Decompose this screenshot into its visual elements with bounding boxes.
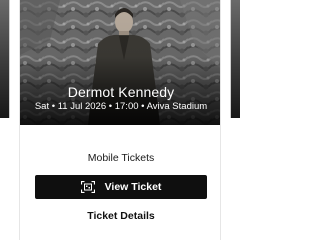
previous-card-image	[0, 0, 10, 118]
meta-separator: •	[138, 101, 147, 112]
next-card-image	[230, 0, 240, 118]
ticket-details-link[interactable]: Ticket Details	[20, 210, 220, 222]
mobile-tickets-label: Mobile Tickets	[87, 152, 155, 164]
meta-separator: •	[106, 101, 115, 112]
view-ticket-button[interactable]: View Ticket	[35, 175, 207, 199]
meta-separator: •	[49, 101, 58, 112]
event-date: 11 Jul 2026	[57, 101, 107, 112]
ticket-card: Dermot Kennedy Sat • 11 Jul 2026 • 17:00…	[19, 0, 221, 240]
event-time: 17:00	[114, 101, 139, 112]
event-day: Sat	[34, 101, 50, 112]
artist-name: Dermot Kennedy	[67, 84, 175, 100]
previous-card-peek[interactable]	[0, 0, 10, 240]
event-venue: Aviva Stadium	[146, 101, 208, 112]
event-meta: Sat • 11 Jul 2026 • 17:00 • Aviva Stadiu…	[20, 101, 220, 112]
next-card-peek[interactable]	[230, 0, 240, 240]
ticket-scan-icon	[80, 181, 95, 193]
view-ticket-label: View Ticket	[104, 181, 162, 193]
